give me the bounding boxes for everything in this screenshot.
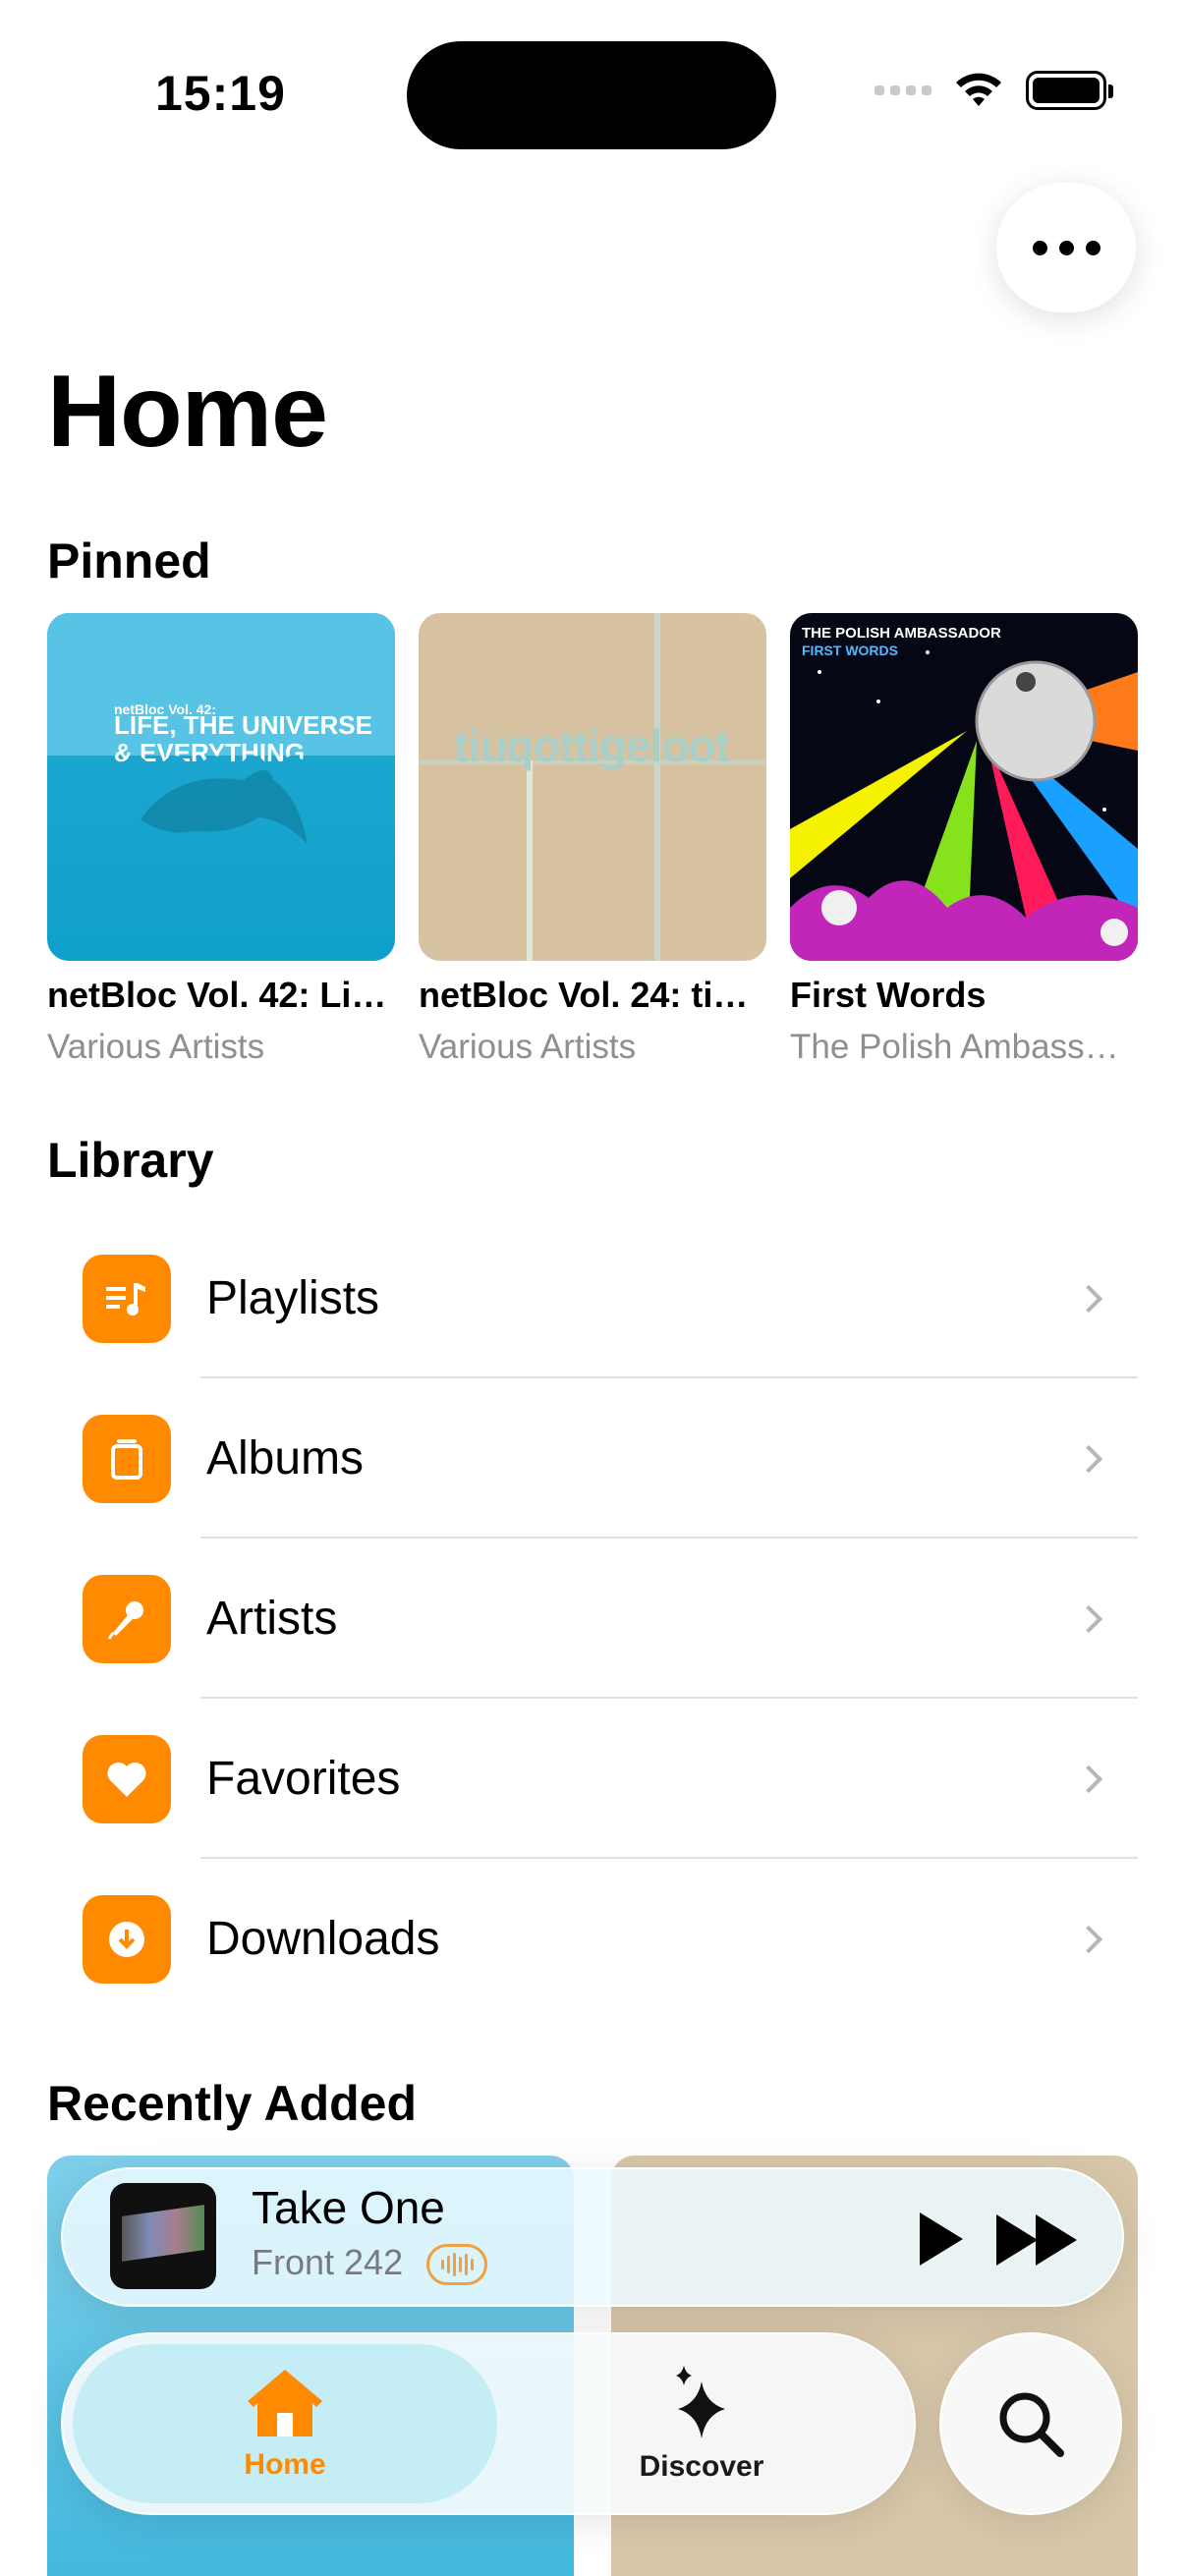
sparkles-icon [676, 2366, 725, 2438]
tab-label: Discover [639, 2450, 764, 2483]
tab-label: Home [244, 2448, 326, 2481]
pinned-section-title: Pinned [47, 533, 211, 588]
cellular-signal-icon [875, 85, 931, 95]
now-playing-title: Take One [252, 2182, 445, 2233]
pinned-item-subtitle: Various Artists [47, 1028, 265, 1066]
pinned-item[interactable]: THE POLISH AMBASSADOR FIRST WORDS First … [790, 613, 1138, 1067]
library-item-favorites[interactable]: Favorites [0, 1699, 1185, 1859]
wifi-icon [956, 73, 1001, 106]
status-time: 15:19 [155, 66, 286, 121]
play-button[interactable] [920, 2212, 963, 2266]
pinned-item[interactable]: netBloc Vol. 42: LIFE, THE UNIVERSE & EV… [47, 613, 395, 1067]
home-screen: 15:19 Home Pinned netBloc Vol. 42: LIFE,… [0, 0, 1185, 2576]
fast-forward-button[interactable] [996, 2214, 1079, 2266]
chevron-right-icon [1074, 1925, 1103, 1953]
library-item-label: Albums [206, 1432, 365, 1484]
search-button[interactable] [939, 2332, 1122, 2515]
heart-icon [83, 1734, 171, 1823]
library-item-downloads[interactable]: Downloads [0, 1859, 1185, 2019]
dynamic-island [407, 41, 776, 149]
ellipsis-icon [1032, 240, 1047, 255]
chevron-right-icon [1074, 1604, 1103, 1633]
pinned-item-title: netBloc Vol. 42: Life, The Universe & Ev… [47, 975, 395, 1015]
dolphin-illustration [141, 770, 308, 844]
library-item-artists[interactable]: Artists [0, 1539, 1185, 1699]
chevron-right-icon [1074, 1444, 1103, 1473]
album-art: netBloc Vol. 42: LIFE, THE UNIVERSE & EV… [47, 613, 395, 961]
tab-discover[interactable]: Discover [495, 2334, 908, 2513]
recently-added-section-title: Recently Added [47, 2076, 418, 2131]
library-item-label: Favorites [206, 1753, 401, 1805]
more-options-button[interactable] [996, 183, 1136, 312]
library-list: Playlists Albums Artists Favorites Downl… [0, 1218, 1185, 2019]
page-title: Home [47, 355, 328, 469]
pinned-item-title: netBloc Vol. 24: tiuqottigeloot [419, 975, 766, 1015]
library-item-label: Artists [206, 1593, 338, 1645]
magnifier-icon [999, 2392, 1064, 2457]
pinned-item-subtitle: The Polish Ambassador [790, 1028, 1138, 1066]
now-playing-artist: Front 242 [252, 2242, 404, 2282]
now-playing-bar[interactable]: Take One Front 242 [61, 2167, 1124, 2307]
chevron-right-icon [1074, 1284, 1103, 1313]
pinned-item-subtitle: Various Artists [419, 1028, 637, 1066]
waveform-badge-icon [426, 2244, 487, 2285]
album-art: tiuqottigeloot [419, 613, 766, 961]
pinned-row: netBloc Vol. 42: LIFE, THE UNIVERSE & EV… [47, 613, 1138, 1067]
album-stack-icon [83, 1414, 171, 1503]
library-item-label: Playlists [206, 1272, 380, 1324]
status-indicators [875, 71, 1113, 110]
library-item-playlists[interactable]: Playlists [0, 1218, 1185, 1378]
library-item-albums[interactable]: Albums [0, 1378, 1185, 1539]
tab-home[interactable]: Home [73, 2334, 497, 2513]
download-icon [83, 1894, 171, 1984]
now-playing-artwork [110, 2183, 216, 2289]
library-item-label: Downloads [206, 1913, 440, 1965]
pinned-item[interactable]: tiuqottigeloot netBloc Vol. 24: tiuqotti… [419, 613, 766, 1067]
chevron-right-icon [1074, 1764, 1103, 1793]
battery-icon [1026, 71, 1113, 110]
library-section-title: Library [47, 1133, 214, 1188]
album-art: THE POLISH AMBASSADOR FIRST WORDS [790, 613, 1138, 961]
microphone-icon [83, 1574, 171, 1663]
house-icon [248, 2370, 322, 2436]
pinned-item-title: First Words [790, 975, 987, 1015]
playlist-icon [83, 1254, 171, 1343]
tab-bar: Home Discover [61, 2332, 916, 2515]
